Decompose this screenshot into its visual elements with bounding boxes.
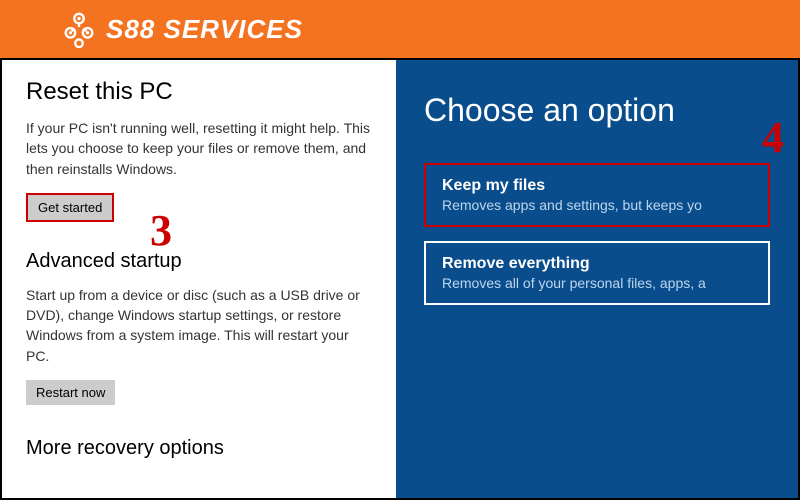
choose-option-heading: Choose an option	[424, 92, 770, 129]
brand-text: S88 SERVICES	[106, 14, 303, 45]
annotation-step-3: 3	[150, 205, 172, 256]
get-started-button[interactable]: Get started	[26, 193, 114, 222]
reset-pc-heading: Reset this PC	[26, 78, 372, 106]
advanced-startup-heading: Advanced startup	[26, 250, 372, 273]
remove-everything-option[interactable]: Remove everything Removes all of your pe…	[424, 241, 770, 305]
annotation-step-4: 4	[762, 112, 784, 163]
option-desc: Removes apps and settings, but keeps yo	[442, 197, 752, 213]
option-title: Remove everything	[442, 255, 752, 273]
restart-now-button[interactable]: Restart now	[26, 380, 115, 405]
more-recovery-heading: More recovery options	[26, 437, 372, 460]
recovery-settings-panel: Reset this PC If your PC isn't running w…	[2, 60, 396, 498]
keep-my-files-option[interactable]: Keep my files Removes apps and settings,…	[424, 163, 770, 227]
reset-pc-desc: If your PC isn't running well, resetting…	[26, 118, 372, 179]
advanced-startup-desc: Start up from a device or disc (such as …	[26, 285, 372, 366]
choose-option-panel: Choose an option 4 Keep my files Removes…	[396, 60, 798, 498]
brand-banner: S88 SERVICES	[0, 0, 800, 58]
s88-logo-icon	[60, 10, 98, 48]
content-area: Reset this PC If your PC isn't running w…	[0, 58, 800, 500]
option-title: Keep my files	[442, 177, 752, 195]
option-desc: Removes all of your personal files, apps…	[442, 275, 752, 291]
